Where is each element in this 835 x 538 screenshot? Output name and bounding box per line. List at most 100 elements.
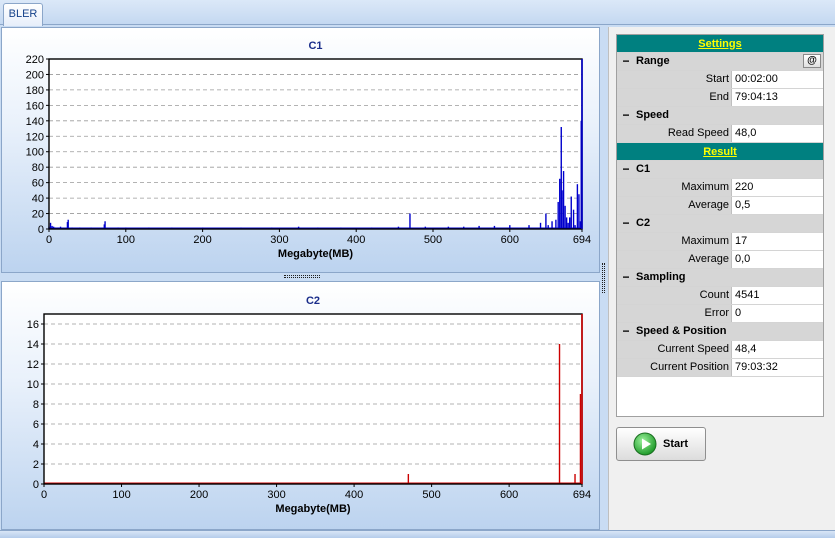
property-current-speed: Current Speed 48,4 [617, 341, 823, 359]
property-c1-average: Average 0,5 [617, 197, 823, 215]
property-name: Average [635, 251, 732, 268]
start-field[interactable]: 00:02:00 [732, 71, 823, 88]
property-current-position: Current Position 79:03:32 [617, 359, 823, 377]
range-at-button[interactable]: @ [803, 54, 821, 68]
y-tick-label: 220 [26, 54, 44, 66]
property-c1-maximum: Maximum 220 [617, 179, 823, 197]
result-header-label: Result [703, 145, 737, 158]
category-c2[interactable]: − C2 [617, 215, 823, 233]
property-grid: Settings − Range @ Start 00:02:00 End 79… [616, 34, 824, 417]
x-tick-label: 0 [46, 234, 52, 246]
x-tick-label: 500 [424, 234, 442, 246]
c2-chart: 0 2 4 6 8 10 12 14 16 0 100 200 300 400 500 600 694 C2 Meg… [27, 295, 591, 515]
y-tick-label: 0 [33, 479, 39, 491]
plot-area [44, 314, 582, 484]
settings-header: Settings [617, 35, 823, 53]
x-tick-label: 300 [267, 489, 285, 501]
current-position-value: 79:03:32 [732, 359, 823, 376]
read-speed-field[interactable]: 48,0 [732, 125, 823, 142]
collapse-icon[interactable]: − [617, 269, 635, 286]
property-read-speed: Read Speed 48,0 [617, 125, 823, 143]
collapse-icon[interactable]: − [617, 161, 635, 178]
property-name: Error [635, 305, 732, 322]
property-c2-maximum: Maximum 17 [617, 233, 823, 251]
horizontal-splitter[interactable] [1, 273, 600, 281]
start-label: Start [663, 438, 689, 450]
collapse-icon[interactable]: − [617, 53, 635, 70]
property-name: Current Position [635, 359, 732, 376]
collapse-icon[interactable]: − [617, 107, 635, 124]
y-tick-label: 80 [32, 162, 44, 174]
x-tick-label: 694 [573, 234, 591, 246]
result-header: Result [617, 143, 823, 161]
c2-chart-panel: 0 2 4 6 8 10 12 14 16 0 100 200 300 400 500 600 694 C2 Meg… [1, 281, 600, 530]
y-tick-label: 12 [27, 359, 39, 371]
status-bar [0, 530, 835, 538]
y-tick-label: 10 [27, 379, 39, 391]
right-pane: Settings − Range @ Start 00:02:00 End 79… [608, 27, 835, 530]
y-tick-label: 6 [33, 419, 39, 431]
x-tick-label: 200 [193, 234, 211, 246]
y-tick-label: 40 [32, 193, 44, 205]
settings-header-label: Settings [698, 37, 742, 50]
c1-chart: 0 20 40 60 80 100 120 140 160 180 200 220 0 100 200 300… [26, 40, 592, 260]
y-tick-label: 200 [26, 69, 44, 81]
x-tick-label: 500 [422, 489, 440, 501]
property-count: Count 4541 [617, 287, 823, 305]
y-tick-label: 120 [26, 131, 44, 143]
category-label: Speed [636, 109, 670, 121]
y-tick-label: 60 [32, 178, 44, 190]
splitter-grip-icon [284, 275, 320, 278]
category-label: Sampling [636, 271, 686, 283]
splitter-grip-icon [602, 263, 605, 293]
error-value: 0 [732, 305, 823, 322]
x-axis-label: Megabyte(MB) [278, 248, 354, 260]
x-tick-label: 100 [117, 234, 135, 246]
property-error: Error 0 [617, 305, 823, 323]
y-tick-label: 0 [38, 224, 44, 236]
property-start: Start 00:02:00 [617, 71, 823, 89]
c2-average-value: 0,0 [732, 251, 823, 268]
y-tick-label: 16 [27, 319, 39, 331]
category-sampling[interactable]: − Sampling [617, 269, 823, 287]
chart-title: C1 [308, 40, 322, 52]
start-button[interactable]: Start [616, 427, 706, 461]
category-c1[interactable]: − C1 [617, 161, 823, 179]
x-tick-label: 300 [270, 234, 288, 246]
x-tick-label: 100 [112, 489, 130, 501]
x-tick-label: 600 [500, 489, 518, 501]
x-tick-label: 600 [501, 234, 519, 246]
property-end: End 79:04:13 [617, 89, 823, 107]
c2-maximum-value: 17 [732, 233, 823, 250]
category-label: Range [636, 55, 670, 67]
category-range[interactable]: − Range @ [617, 53, 823, 71]
y-tick-label: 160 [26, 100, 44, 112]
y-tick-label: 180 [26, 85, 44, 97]
tab-strip: BLER [0, 0, 835, 26]
x-axis-label: Megabyte(MB) [275, 503, 351, 515]
c1-maximum-value: 220 [732, 179, 823, 196]
property-name: Start [635, 71, 732, 88]
count-value: 4541 [732, 287, 823, 304]
x-tick-label: 694 [573, 489, 591, 501]
property-c2-average: Average 0,0 [617, 251, 823, 269]
x-tick-label: 0 [41, 489, 47, 501]
tab-bler[interactable]: BLER [3, 3, 43, 26]
collapse-icon[interactable]: − [617, 215, 635, 232]
y-tick-label: 4 [33, 439, 39, 451]
collapse-icon[interactable]: − [617, 323, 635, 340]
play-icon [633, 432, 657, 456]
category-speed-position[interactable]: − Speed & Position [617, 323, 823, 341]
x-tick-label: 400 [347, 234, 365, 246]
y-tick-label: 20 [32, 209, 44, 221]
chart-title: C2 [306, 295, 320, 307]
property-name: End [635, 89, 732, 106]
vertical-splitter[interactable] [600, 27, 608, 530]
category-speed[interactable]: − Speed [617, 107, 823, 125]
category-label: C2 [636, 217, 651, 229]
property-name: Average [635, 197, 732, 214]
plot-area [49, 59, 582, 229]
c1-average-value: 0,5 [732, 197, 823, 214]
end-field[interactable]: 79:04:13 [732, 89, 823, 106]
y-tick-label: 100 [26, 147, 44, 159]
